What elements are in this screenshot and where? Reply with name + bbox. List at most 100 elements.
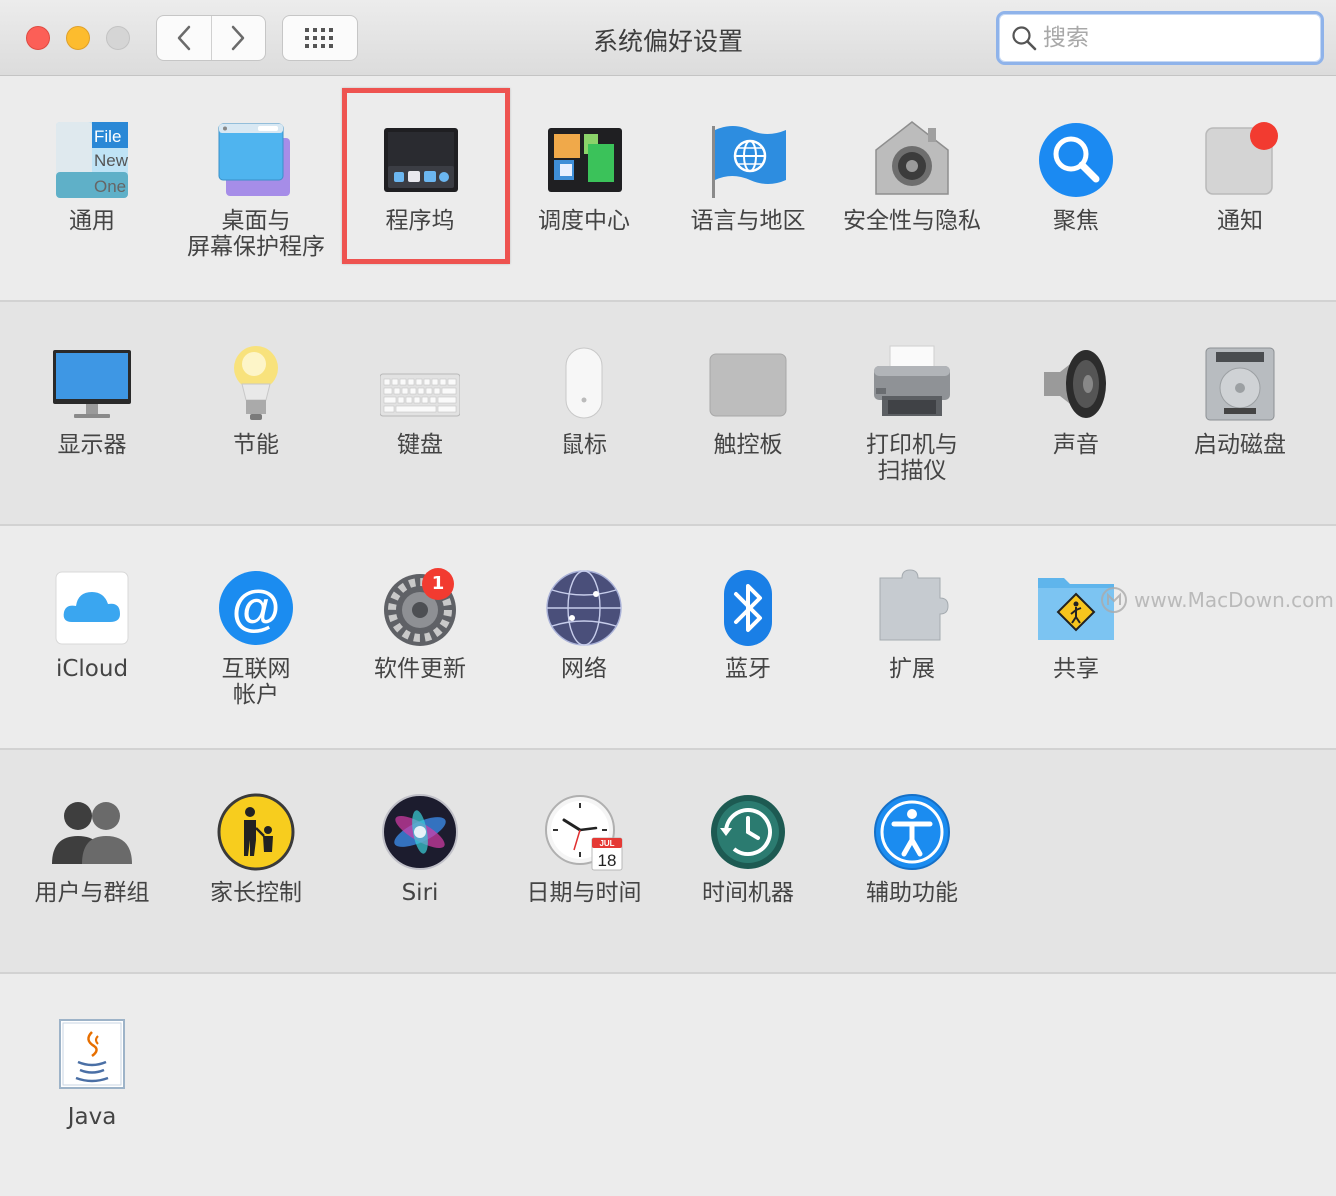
pane-label: 安全性与隐私 bbox=[843, 208, 981, 234]
navigation-buttons bbox=[156, 15, 266, 61]
pane-label: 聚焦 bbox=[1053, 208, 1099, 234]
pane-date-time[interactable]: JUL 18 日期与时间 bbox=[502, 792, 666, 906]
pane-trackpad[interactable]: 触控板 bbox=[666, 344, 830, 458]
watermark-text: www.MacDown.com bbox=[1134, 588, 1334, 612]
svg-text:New: New bbox=[94, 151, 129, 170]
pane-desktop-screensaver[interactable]: 桌面与 屏幕保护程序 bbox=[174, 120, 338, 260]
svg-text:JUL: JUL bbox=[599, 839, 614, 848]
pane-time-machine[interactable]: 时间机器 bbox=[666, 792, 830, 906]
pane-label: 家长控制 bbox=[210, 880, 302, 906]
pane-label: 时间机器 bbox=[702, 880, 794, 906]
pane-software-update[interactable]: 1 软件更新 bbox=[338, 568, 502, 682]
pane-label: 鼠标 bbox=[561, 432, 607, 458]
update-count-badge: 1 bbox=[422, 568, 454, 600]
energy-saver-icon bbox=[216, 344, 296, 424]
pane-bluetooth[interactable]: 蓝牙 bbox=[666, 568, 830, 682]
pane-label: 通用 bbox=[69, 208, 115, 234]
notifications-icon bbox=[1200, 120, 1280, 200]
pane-energy-saver[interactable]: 节能 bbox=[174, 344, 338, 458]
minimize-window-button[interactable] bbox=[66, 26, 90, 50]
pane-label: Siri bbox=[401, 880, 439, 906]
keyboard-icon bbox=[379, 344, 461, 424]
pane-security-privacy[interactable]: 安全性与隐私 bbox=[830, 120, 994, 234]
pane-users-groups[interactable]: 用户与群组 bbox=[10, 792, 174, 906]
pane-sound[interactable]: 声音 bbox=[994, 344, 1158, 458]
pane-label: 调度中心 bbox=[538, 208, 630, 234]
pane-printers-scanners[interactable]: 打印机与 扫描仪 bbox=[830, 344, 994, 484]
svg-text:File: File bbox=[94, 127, 121, 146]
general-icon: File New One bbox=[52, 120, 132, 200]
siri-icon bbox=[380, 792, 460, 872]
pane-internet-accounts[interactable]: @ 互联网 帐户 bbox=[174, 568, 338, 708]
title-bar: 系统偏好设置 bbox=[0, 0, 1336, 76]
accessibility-icon bbox=[872, 792, 952, 872]
users-groups-icon bbox=[52, 792, 132, 872]
pane-label: iCloud bbox=[55, 656, 129, 682]
pane-label: 启动磁盘 bbox=[1194, 432, 1286, 458]
close-window-button[interactable] bbox=[26, 26, 50, 50]
forward-button[interactable] bbox=[210, 16, 266, 60]
pane-parental-controls[interactable]: 家长控制 bbox=[174, 792, 338, 906]
pane-label: 触控板 bbox=[713, 432, 783, 458]
chevron-right-icon bbox=[232, 25, 245, 51]
pane-icloud[interactable]: iCloud bbox=[10, 568, 174, 682]
pane-label: 网络 bbox=[561, 656, 607, 682]
pane-label: 日期与时间 bbox=[526, 880, 642, 906]
pane-notifications[interactable]: 通知 bbox=[1158, 120, 1322, 234]
pane-label: 共享 bbox=[1053, 656, 1099, 682]
printer-scanner-icon bbox=[872, 344, 952, 424]
pane-language-region[interactable]: 语言与地区 bbox=[666, 120, 830, 234]
icloud-icon bbox=[52, 568, 132, 648]
pane-label: 辅助功能 bbox=[866, 880, 958, 906]
desktop-screensaver-icon bbox=[216, 120, 296, 200]
macdown-logo-icon bbox=[1101, 587, 1127, 613]
pane-startup-disk[interactable]: 启动磁盘 bbox=[1158, 344, 1322, 458]
pane-mouse[interactable]: 鼠标 bbox=[502, 344, 666, 458]
pane-displays[interactable]: 显示器 bbox=[10, 344, 174, 458]
show-all-button[interactable] bbox=[282, 15, 358, 61]
section-other bbox=[0, 974, 1336, 1196]
pane-extensions[interactable]: 扩展 bbox=[830, 568, 994, 682]
time-machine-icon bbox=[708, 792, 788, 872]
pane-label: 语言与地区 bbox=[690, 208, 806, 234]
search-input[interactable] bbox=[1041, 24, 1305, 52]
pane-label: 通知 bbox=[1217, 208, 1263, 234]
pane-label: 软件更新 bbox=[374, 656, 466, 682]
internet-accounts-icon: @ bbox=[216, 568, 296, 648]
pane-label: 扩展 bbox=[889, 656, 935, 682]
software-update-icon: 1 bbox=[380, 568, 460, 648]
pane-label: 桌面与 屏幕保护程序 bbox=[187, 208, 325, 260]
back-button[interactable] bbox=[157, 16, 211, 60]
sound-icon bbox=[1036, 344, 1116, 424]
pane-keyboard[interactable]: 键盘 bbox=[338, 344, 502, 458]
pane-network[interactable]: 网络 bbox=[502, 568, 666, 682]
pane-label: 显示器 bbox=[57, 432, 127, 458]
parental-controls-icon bbox=[216, 792, 296, 872]
pane-accessibility[interactable]: 辅助功能 bbox=[830, 792, 994, 906]
chevron-left-icon bbox=[177, 25, 190, 51]
watermark: www.MacDown.com bbox=[1100, 586, 1334, 614]
pane-java[interactable]: Java bbox=[10, 1016, 174, 1130]
pane-label: 键盘 bbox=[397, 432, 443, 458]
bluetooth-icon bbox=[708, 568, 788, 648]
displays-icon bbox=[52, 344, 132, 424]
zoom-window-button[interactable] bbox=[106, 26, 130, 50]
pane-siri[interactable]: Siri bbox=[338, 792, 502, 906]
dock-highlight-box bbox=[342, 88, 510, 264]
pane-general[interactable]: File New One 通用 bbox=[10, 120, 174, 234]
pane-label: 互联网 帐户 bbox=[221, 656, 291, 708]
pane-label: 打印机与 扫描仪 bbox=[866, 432, 958, 484]
security-privacy-icon bbox=[872, 120, 952, 200]
spotlight-icon bbox=[1036, 120, 1116, 200]
pane-label: 蓝牙 bbox=[725, 656, 771, 682]
date-time-icon: JUL 18 bbox=[544, 792, 624, 872]
svg-text:18: 18 bbox=[598, 851, 617, 870]
pane-spotlight[interactable]: 聚焦 bbox=[994, 120, 1158, 234]
svg-text:One: One bbox=[94, 177, 126, 196]
extensions-icon bbox=[872, 568, 952, 648]
pane-mission-control[interactable]: 调度中心 bbox=[502, 120, 666, 234]
pane-label: 声音 bbox=[1053, 432, 1099, 458]
search-field[interactable] bbox=[996, 11, 1324, 65]
startup-disk-icon bbox=[1200, 344, 1280, 424]
pane-label: Java bbox=[67, 1104, 117, 1130]
